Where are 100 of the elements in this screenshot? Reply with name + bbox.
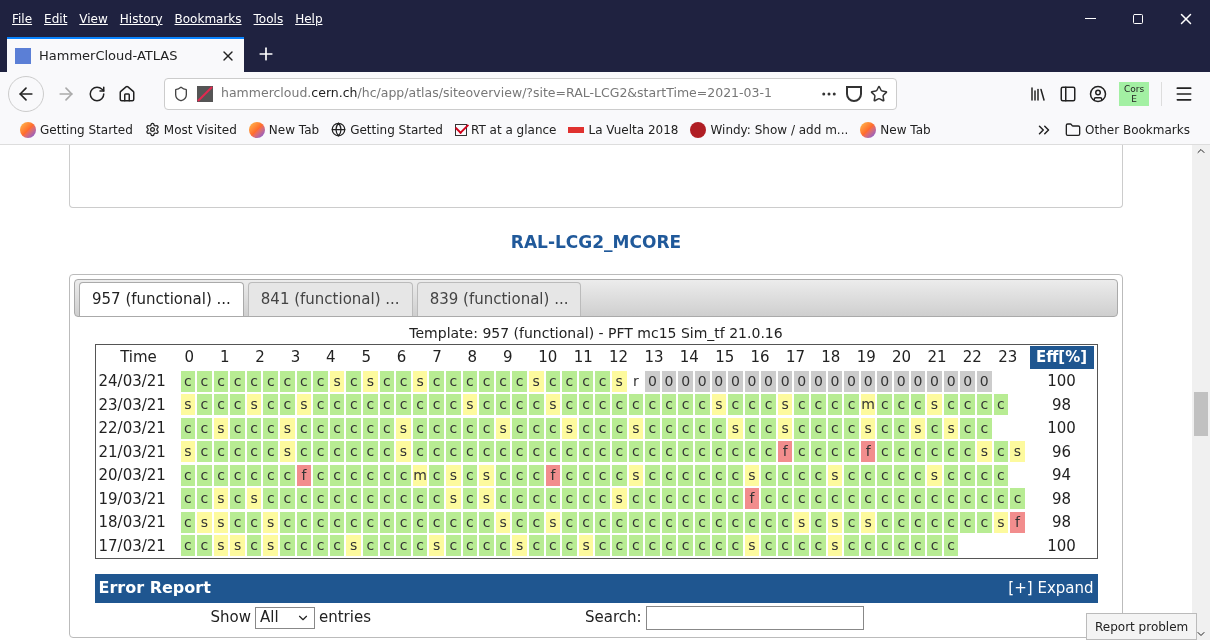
efficiency-cell-text: 98 [1050, 512, 1073, 533]
menu-item[interactable]: History [119, 9, 163, 28]
status-cell: c [197, 488, 212, 510]
status-cell: s [628, 417, 644, 439]
hour-header: 20 [891, 347, 913, 369]
status-cell: c [678, 394, 693, 416]
library-icon[interactable] [1029, 84, 1047, 103]
status-cell: s [412, 370, 428, 392]
maximize-icon [1132, 12, 1144, 25]
status-cell: c [844, 441, 859, 463]
status-cell: c [263, 464, 279, 486]
status-cell: s [246, 394, 262, 416]
menu-item[interactable]: Help [295, 9, 323, 28]
status-cell: 0 [811, 370, 826, 392]
status-cell: s [280, 417, 295, 439]
star-icon[interactable] [870, 84, 888, 103]
status-cell: c [280, 511, 295, 533]
entries-select[interactable]: All [255, 606, 315, 629]
status-cell: c [844, 488, 859, 510]
browser-tab[interactable]: HammerCloud-ATLAS [7, 37, 244, 72]
bookmark-item[interactable]: Getting Started [331, 120, 443, 139]
url-field[interactable]: hammercloud.cern.ch/hc/app/atlas/siteoverview/?site=RAL-LCG2&startTime=2021-03-1 [164, 77, 897, 110]
status-cell: c [346, 417, 362, 439]
status-cell: c [429, 464, 444, 486]
test-tab[interactable]: 841 (functional) ... [247, 281, 413, 316]
menu-item[interactable]: File [12, 9, 33, 28]
status-cell: s [213, 488, 229, 510]
status-cell: s [1010, 441, 1025, 463]
status-cell: c [512, 370, 527, 392]
menu-item[interactable]: Edit [44, 9, 68, 28]
status-cell: s [213, 417, 229, 439]
test-tab[interactable]: 957 (functional) ... [79, 281, 244, 316]
status-cell: c [313, 394, 328, 416]
status-cell: c [313, 441, 328, 463]
status-cell: c [628, 535, 644, 557]
status-cell: c [894, 394, 909, 416]
bookmark-item[interactable]: La Vuelta 2018 [568, 120, 679, 139]
status-cell: c [860, 488, 876, 510]
scrollbar-thumb[interactable] [1194, 392, 1208, 436]
status-cell: c [578, 441, 594, 463]
status-cell: c [943, 394, 959, 416]
status-cell: c [628, 511, 644, 533]
status-cell: c [462, 370, 478, 392]
status-cell: c [761, 417, 776, 439]
status-cell: c [977, 394, 992, 416]
status-cell: 0 [960, 370, 975, 392]
status-cell: c [894, 417, 909, 439]
status-cell: c [197, 370, 212, 392]
reload-icon[interactable] [88, 84, 106, 103]
status-cell: c [877, 394, 893, 416]
status-cell: c [777, 464, 793, 486]
status-cell: c [379, 394, 395, 416]
status-cell: c [180, 535, 196, 557]
status-cell: c [528, 417, 544, 439]
status-cell: c [761, 441, 776, 463]
menu-item[interactable]: View [79, 9, 108, 28]
hour-header: 15 [714, 347, 736, 369]
bookmark-item[interactable]: Most Visited [144, 120, 237, 139]
status-cell: c [645, 417, 660, 439]
status-cell: c [811, 394, 826, 416]
sidebar-icon[interactable] [1059, 84, 1077, 103]
home-icon[interactable] [118, 84, 136, 103]
status-cell: s [711, 394, 727, 416]
status-cell: c [927, 511, 942, 533]
status-cell: c [595, 464, 610, 486]
scrollbar[interactable] [1192, 145, 1210, 640]
menu-item[interactable]: Tools [253, 9, 284, 28]
cors-extension-button[interactable]: Cors E [1119, 81, 1149, 106]
status-cell: c [977, 511, 992, 533]
account-icon[interactable] [1089, 84, 1107, 103]
status-cell: c [363, 441, 378, 463]
bookmark-item[interactable]: New Tab [860, 120, 931, 139]
bookmark-item[interactable]: Windy: Show / add m... [690, 120, 849, 139]
test-tab[interactable]: 839 (functional) ... [416, 281, 582, 316]
status-cell: c [495, 370, 511, 392]
status-cell: c [728, 441, 743, 463]
expand-link[interactable]: [+] Expand [1008, 576, 1094, 600]
status-cell: c [761, 511, 776, 533]
search-field[interactable] [645, 605, 864, 630]
status-cell: s [728, 417, 743, 439]
status-cell: c [230, 441, 245, 463]
bookmark-item[interactable]: RT at a glance [454, 120, 557, 139]
status-cell: c [429, 511, 444, 533]
status-cell: c [379, 464, 395, 486]
bookmark-item[interactable]: Getting Started [20, 120, 133, 139]
other-bookmarks[interactable]: Other Bookmarks [1065, 120, 1190, 139]
status-cell: c [246, 511, 262, 533]
status-cell: c [412, 441, 428, 463]
status-cell: c [678, 511, 693, 533]
bookmark-item[interactable]: New Tab [248, 120, 320, 139]
status-cell: c [363, 417, 378, 439]
efficiency-cell-text: 94 [1050, 465, 1073, 486]
status-cell: c [694, 417, 710, 439]
status-cell: c [197, 417, 212, 439]
status-cell: s [213, 535, 229, 557]
status-cell: c [495, 535, 511, 557]
report-problem-button[interactable]: Report problem [1086, 613, 1198, 640]
banner-icon [568, 126, 585, 133]
status-cell: c [412, 488, 428, 510]
menu-item[interactable]: Bookmarks [174, 9, 242, 28]
